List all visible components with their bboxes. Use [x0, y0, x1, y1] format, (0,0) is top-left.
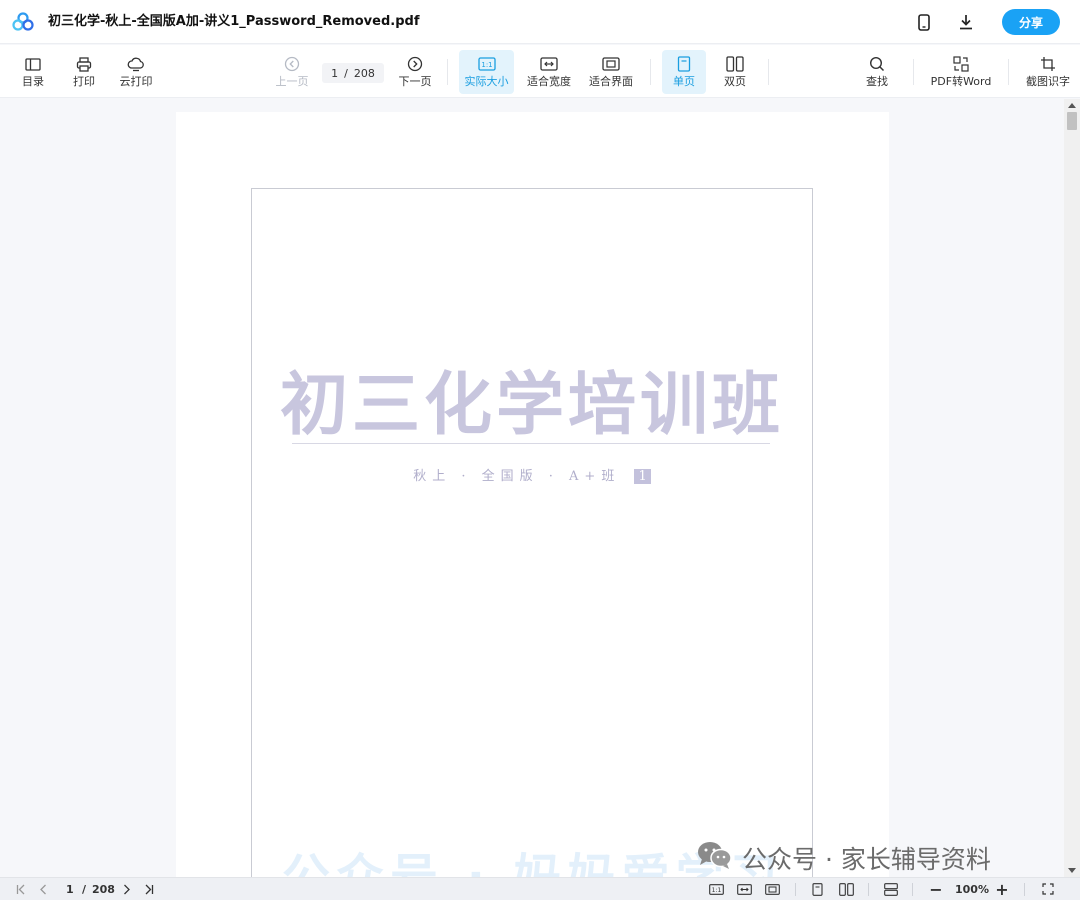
status-bar: 1 / 208 1:1 − 100% + — [0, 877, 1080, 900]
last-page-icon[interactable] — [142, 881, 156, 897]
title-bar-actions: 分享 — [914, 0, 1060, 44]
status-page-separator: / — [82, 882, 87, 896]
page-separator: / — [344, 66, 348, 80]
single-page-label: 单页 — [673, 75, 695, 88]
cover-number-badge: 1 — [634, 469, 651, 484]
zoom-level[interactable]: 100% — [955, 881, 989, 897]
toolbar-divider — [650, 59, 651, 85]
first-page-icon[interactable] — [14, 881, 28, 897]
pdf-to-word-label: PDF转Word — [930, 75, 992, 88]
next-page-label: 下一页 — [398, 75, 432, 88]
svg-text:1:1: 1:1 — [711, 887, 721, 894]
single-page-icon[interactable] — [810, 881, 824, 897]
convert-icon — [953, 53, 969, 75]
double-page-label: 双页 — [724, 75, 746, 88]
document-title: 初三化学-秋上-全国版A加-讲义1_Password_Removed.pdf — [48, 14, 420, 29]
wechat-icon — [696, 840, 734, 876]
actual-size-label: 实际大小 — [464, 75, 509, 88]
download-icon[interactable] — [956, 12, 976, 32]
next-page-icon[interactable] — [120, 881, 134, 897]
status-divider — [868, 883, 869, 896]
chevron-right-circle-icon — [407, 53, 423, 75]
fit-width-button[interactable]: 适合宽度 — [524, 50, 574, 94]
fit-width-icon[interactable] — [736, 881, 752, 897]
double-page-icon[interactable] — [838, 881, 854, 897]
current-page-input[interactable]: 1 — [331, 67, 338, 80]
mobile-icon[interactable] — [914, 12, 934, 32]
cover-subtitle-text: 秋上 · 全国版 · A+班 — [413, 469, 621, 484]
cloud-print-icon — [127, 53, 145, 75]
zoom-in-button[interactable]: + — [994, 880, 1010, 899]
wechat-overlay-text: 公众号 · 家长辅导资料 — [742, 845, 991, 874]
toolbar: 目录 打印 云打印 上一页 下一页 1:1 实际大小 适合宽度 适合界面 单页 … — [0, 45, 1080, 98]
cover-title: 初三化学培训班 — [279, 365, 784, 445]
cover-divider — [292, 443, 770, 444]
print-button[interactable]: 打印 — [65, 50, 103, 94]
status-divider — [912, 883, 913, 896]
double-page-button[interactable]: 双页 — [715, 50, 755, 94]
scroll-down-arrow-icon[interactable] — [1068, 868, 1076, 873]
toolbar-divider — [1008, 59, 1009, 85]
toolbar-divider — [768, 59, 769, 85]
prev-page-label: 上一页 — [275, 75, 309, 88]
actual-size-icon[interactable]: 1:1 — [708, 881, 724, 897]
next-page-button[interactable]: 下一页 — [395, 50, 435, 94]
cover-subtitle: 秋上 · 全国版 · A+班 1 — [252, 465, 812, 484]
svg-text:1:1: 1:1 — [481, 61, 492, 69]
title-bar: 初三化学-秋上-全国版A加-讲义1_Password_Removed.pdf 分… — [0, 0, 1080, 44]
double-page-icon — [726, 53, 744, 75]
actual-size-button[interactable]: 1:1 实际大小 — [459, 50, 514, 94]
wechat-overlay: 公众号 · 家长辅导资料 — [696, 838, 991, 878]
app-logo-icon — [12, 12, 34, 32]
search-icon — [869, 53, 885, 75]
screenshot-ocr-label: 截图识字 — [1026, 75, 1070, 88]
printer-icon — [76, 53, 92, 75]
total-pages: 208 — [353, 66, 375, 80]
scroll-up-arrow-icon[interactable] — [1068, 103, 1076, 108]
pdf-to-word-button[interactable]: PDF转Word — [926, 50, 996, 94]
status-divider — [795, 883, 796, 896]
chevron-left-circle-icon — [284, 53, 300, 75]
status-divider — [1024, 883, 1025, 896]
single-page-icon — [677, 53, 691, 75]
toolbar-divider — [913, 59, 914, 85]
screenshot-ocr-button[interactable]: 截图识字 — [1022, 50, 1074, 94]
toolbar-divider — [447, 59, 448, 85]
cloud-print-label: 云打印 — [119, 75, 153, 88]
fit-page-icon[interactable] — [764, 881, 780, 897]
prev-page-icon[interactable] — [36, 881, 50, 897]
cloud-print-button[interactable]: 云打印 — [114, 50, 158, 94]
find-label: 查找 — [866, 75, 888, 88]
fullscreen-icon[interactable] — [1040, 881, 1056, 897]
sidebar-toc-icon — [25, 53, 41, 75]
prev-page-button[interactable]: 上一页 — [272, 50, 312, 94]
cover-frame: 初三化学培训班 秋上 · 全国版 · A+班 1 — [251, 188, 813, 877]
vertical-scrollbar[interactable] — [1064, 99, 1080, 877]
pdf-page: 初三化学培训班 秋上 · 全国版 · A+班 1 — [176, 112, 889, 877]
crop-icon — [1040, 53, 1056, 75]
fit-page-label: 适合界面 — [589, 75, 633, 88]
single-page-button[interactable]: 单页 — [662, 50, 706, 94]
continuous-scroll-icon[interactable] — [883, 881, 899, 897]
status-current-page[interactable]: 1 — [66, 881, 74, 897]
fit-page-button[interactable]: 适合界面 — [586, 50, 636, 94]
find-button[interactable]: 查找 — [858, 50, 896, 94]
print-label: 打印 — [73, 75, 95, 88]
page-number-box[interactable]: 1 / 208 — [322, 63, 384, 83]
status-total-pages: 208 — [92, 882, 115, 896]
fit-width-icon — [540, 53, 558, 75]
share-button[interactable]: 分享 — [1002, 9, 1060, 35]
actual-size-icon: 1:1 — [477, 53, 496, 75]
document-viewer[interactable]: 初三化学培训班 秋上 · 全国版 · A+班 1 公众号 · 妈妈爱学习 — [0, 99, 1080, 877]
scroll-thumb[interactable] — [1067, 112, 1077, 130]
toc-label: 目录 — [22, 75, 44, 88]
fit-width-label: 适合宽度 — [527, 75, 571, 88]
toc-button[interactable]: 目录 — [14, 50, 52, 94]
zoom-out-button[interactable]: − — [928, 880, 944, 899]
fit-page-icon — [602, 53, 620, 75]
